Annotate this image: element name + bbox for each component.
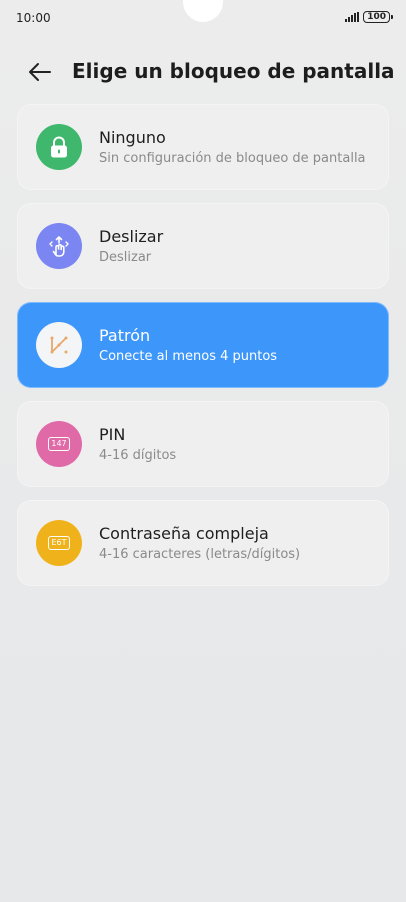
option-none[interactable]: Ninguno Sin configuración de bloqueo de … (17, 104, 389, 190)
option-subtitle: Sin configuración de bloqueo de pantalla (99, 151, 366, 166)
pattern-icon (50, 336, 68, 354)
option-subtitle: Conecte al menos 4 puntos (99, 349, 278, 364)
option-title: Patrón (99, 326, 151, 345)
option-pattern[interactable]: Patrón Conecte al menos 4 puntos (17, 302, 389, 388)
option-pin[interactable]: 147 PIN 4-16 dígitos (17, 401, 389, 487)
battery-level: 100 (367, 11, 386, 22)
option-title: Ninguno (99, 128, 166, 147)
option-icon-circle (36, 124, 82, 170)
option-title: PIN (99, 425, 126, 444)
option-icon-circle (36, 322, 82, 368)
back-button[interactable] (24, 56, 56, 88)
option-password[interactable]: E6T Contraseña compleja 4-16 caracteres … (17, 500, 389, 586)
battery-icon: 100 (363, 11, 393, 23)
page-title: Elige un bloqueo de pantalla (72, 59, 395, 83)
option-title: Deslizar (99, 227, 164, 246)
pin-icon: 147 (48, 437, 70, 451)
swipe-hand-icon (49, 236, 69, 257)
screen: 10:00 100 Elige un bloqueo de pantalla N… (0, 0, 406, 902)
option-title: Contraseña compleja (99, 524, 269, 543)
lock-icon (51, 136, 67, 158)
option-icon-circle: 147 (36, 421, 82, 467)
option-subtitle: 4-16 caracteres (letras/dígitos) (99, 547, 301, 562)
status-bar: 10:00 100 (0, 0, 406, 36)
arrow-left-icon (29, 63, 51, 81)
option-swipe[interactable]: Deslizar Deslizar (17, 203, 389, 289)
option-icon-circle: E6T (36, 520, 82, 566)
password-icon: E6T (48, 536, 70, 550)
signal-icon (345, 12, 360, 22)
option-subtitle: 4-16 dígitos (99, 448, 177, 463)
camera-notch (183, 0, 223, 22)
status-time: 10:00 (16, 11, 51, 25)
header: Elige un bloqueo de pantalla (0, 52, 406, 92)
option-icon-circle (36, 223, 82, 269)
status-icons: 100 (345, 11, 393, 23)
lock-option-list: Ninguno Sin configuración de bloqueo de … (17, 104, 389, 599)
option-subtitle: Deslizar (99, 250, 152, 265)
